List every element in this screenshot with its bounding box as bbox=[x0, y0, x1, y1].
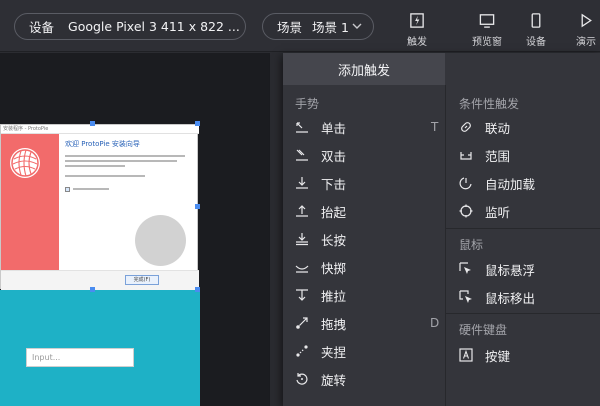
selection-handle[interactable] bbox=[195, 287, 200, 292]
shortcut-tap: T bbox=[431, 120, 439, 134]
gestures-section-title: 手势 bbox=[295, 97, 320, 111]
long-press-icon bbox=[296, 233, 308, 246]
dialog-footer bbox=[1, 270, 199, 290]
trigger-button-label: 触发 bbox=[407, 37, 427, 48]
mouse-out-icon bbox=[459, 290, 472, 303]
installer-dialog-image[interactable]: 安装程序 - ProtoPie 欢迎 ProtoPie 安装向导 完成(F) bbox=[0, 124, 199, 290]
dialog-checkbox bbox=[65, 187, 70, 192]
menu-separator bbox=[446, 228, 600, 229]
top-toolbar: 设备 Google Pixel 3 411 x 822 ... 场景 场景 1 … bbox=[0, 0, 600, 52]
dialog-text-line bbox=[65, 160, 177, 162]
selection-handle[interactable] bbox=[90, 121, 95, 126]
placeholder-circle bbox=[135, 215, 186, 266]
trigger-rotate[interactable]: 旋转 bbox=[295, 368, 346, 390]
drag-icon bbox=[296, 317, 308, 329]
dialog-heading: 欢迎 ProtoPie 安装向导 bbox=[65, 140, 140, 148]
trigger-long-press[interactable]: 长按 bbox=[295, 228, 346, 250]
device-button-label: 设备 bbox=[526, 37, 546, 48]
selection-handle[interactable] bbox=[195, 204, 200, 209]
dialog-text-line bbox=[73, 188, 109, 190]
dialog-text-line bbox=[65, 175, 145, 177]
selection-handle[interactable] bbox=[195, 121, 200, 126]
scene-selector-label: 场景 bbox=[277, 20, 303, 35]
device-button[interactable]: 设备 bbox=[516, 8, 556, 48]
device-selector[interactable]: 设备 Google Pixel 3 411 x 822 ... bbox=[14, 13, 246, 40]
shortcut-drag: D bbox=[430, 316, 440, 330]
trigger-tap[interactable]: 单击 bbox=[295, 116, 346, 138]
dialog-text-line bbox=[65, 155, 185, 157]
phone-icon bbox=[531, 13, 541, 28]
dialog-text-line bbox=[65, 165, 125, 167]
trigger-chain[interactable]: 联动 bbox=[459, 116, 510, 138]
rotate-icon bbox=[296, 373, 308, 385]
link-icon bbox=[461, 122, 471, 132]
mouse-section-title: 鼠标 bbox=[459, 238, 484, 252]
fling-icon bbox=[295, 265, 309, 273]
scene-selector-value: 场景 1 bbox=[312, 20, 349, 35]
keyboard-section-title: 硬件键盘 bbox=[459, 323, 508, 337]
auto-load-icon bbox=[459, 177, 472, 190]
play-button-label: 演示 bbox=[576, 37, 596, 48]
trigger-double-tap[interactable]: 双击 bbox=[295, 144, 346, 166]
prototype-input-field[interactable]: Input... bbox=[26, 348, 134, 367]
menu-separator bbox=[446, 313, 600, 314]
dialog-side-panel bbox=[1, 134, 59, 270]
trigger-range[interactable]: 范围 bbox=[459, 144, 510, 166]
protopie-logo-icon bbox=[10, 148, 40, 178]
device-selector-label: 设备 bbox=[29, 20, 55, 35]
trigger-drag[interactable]: 拖拽 bbox=[295, 312, 346, 334]
touch-down-icon bbox=[296, 177, 308, 189]
dialog-title: 安装程序 - ProtoPie bbox=[1, 125, 199, 134]
trigger-fling[interactable]: 快掷 bbox=[295, 256, 346, 278]
add-trigger-menu: 添加触发 手势 单击 T 双击 下击 抬起 长按 快掷 推拉 拖拽 D 夹捏 旋… bbox=[283, 53, 600, 406]
dialog-finish-button[interactable]: 完成(F) bbox=[125, 275, 159, 285]
listen-icon bbox=[459, 204, 473, 218]
scene-selector[interactable]: 场景 场景 1 bbox=[262, 13, 374, 40]
key-icon bbox=[459, 348, 473, 362]
trigger-mouse-out[interactable]: 鼠标移出 bbox=[459, 286, 535, 308]
touch-up-icon bbox=[296, 205, 308, 217]
trigger-listen[interactable]: 监听 bbox=[459, 200, 510, 222]
trigger-auto-load[interactable]: 自动加载 bbox=[459, 172, 535, 194]
trigger-touch-down[interactable]: 下击 bbox=[295, 172, 346, 194]
trigger-icon bbox=[410, 13, 424, 28]
trigger-pinch[interactable]: 夹捏 bbox=[295, 340, 346, 362]
preview-button[interactable]: 预览窗 bbox=[467, 8, 507, 48]
range-icon bbox=[460, 152, 472, 160]
add-trigger-header[interactable]: 添加触发 bbox=[283, 53, 445, 85]
selection-handle[interactable] bbox=[90, 287, 95, 292]
trigger-touch-up[interactable]: 抬起 bbox=[295, 200, 346, 222]
conditional-section-title: 条件性触发 bbox=[459, 97, 520, 111]
monitor-icon bbox=[479, 14, 495, 28]
menu-column-divider bbox=[445, 85, 446, 406]
trigger-mouse-hover[interactable]: 鼠标悬浮 bbox=[459, 258, 535, 280]
tap-icon bbox=[296, 122, 308, 133]
trigger-button[interactable]: 触发 bbox=[397, 8, 437, 48]
device-selector-value: Google Pixel 3 411 x 822 ... bbox=[68, 19, 240, 34]
pull-icon bbox=[296, 289, 308, 301]
mouse-hover-icon bbox=[459, 262, 471, 274]
pinch-icon bbox=[296, 345, 308, 357]
double-tap-icon bbox=[296, 149, 308, 161]
play-button[interactable]: 演示 bbox=[566, 8, 600, 48]
preview-button-label: 预览窗 bbox=[472, 37, 502, 48]
play-icon bbox=[581, 13, 592, 28]
chevron-down-icon bbox=[352, 23, 362, 29]
trigger-pull[interactable]: 推拉 bbox=[295, 284, 346, 306]
trigger-keypress[interactable]: 按键 bbox=[459, 344, 510, 366]
